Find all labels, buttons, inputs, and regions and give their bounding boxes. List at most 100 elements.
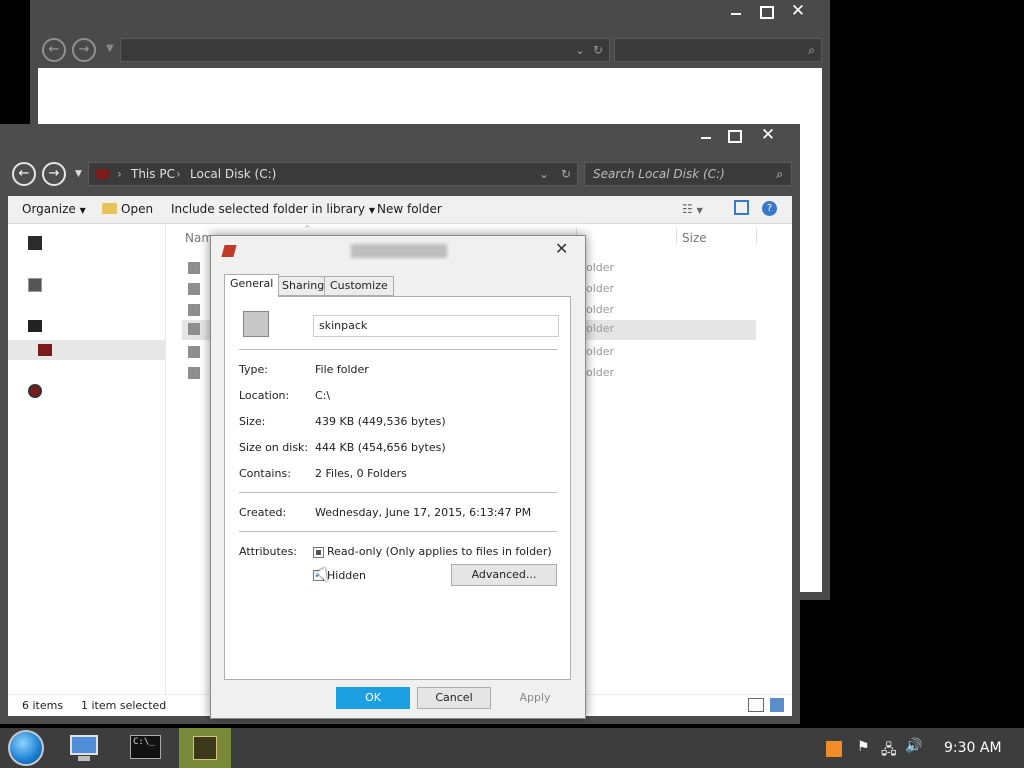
close-icon[interactable]: ✕ — [555, 239, 568, 258]
minimize-button[interactable] — [724, 2, 748, 22]
breadcrumb-this-pc[interactable]: This PC — [131, 163, 175, 185]
maximize-button[interactable] — [722, 126, 746, 146]
taskbar-explorer-button[interactable] — [68, 732, 100, 764]
search-placeholder: Search Local Disk (C:) — [593, 167, 725, 181]
selection-count: 1 item selected — [81, 699, 167, 712]
taskbar-active-button[interactable] — [179, 728, 231, 768]
computer-icon — [70, 735, 98, 755]
dialog-titlebar[interactable]: ✕ — [211, 236, 585, 266]
type-value: File folder — [315, 363, 369, 376]
contains-value: 2 Files, 0 Folders — [315, 467, 407, 480]
command-bar: Organize ▼ Open Include selected folder … — [8, 196, 792, 224]
address-bar[interactable]: ⌄ ↻ — [120, 38, 610, 62]
tab-customize[interactable]: Customize — [324, 276, 394, 296]
refresh-icon[interactable]: ↻ — [561, 163, 571, 185]
column-header-name[interactable]: Nam — [185, 231, 213, 245]
preview-pane-icon[interactable] — [734, 200, 749, 215]
include-in-library-button[interactable]: Include selected folder in library ▼ — [171, 202, 375, 216]
column-divider[interactable] — [676, 228, 677, 244]
sidebar-item-local-disk[interactable] — [8, 340, 166, 360]
back-button[interactable]: ← — [12, 162, 36, 186]
volume-icon[interactable]: 🔊 — [905, 738, 922, 754]
column-header-size[interactable]: Size — [682, 231, 707, 245]
ok-button[interactable]: OK — [336, 687, 410, 709]
separator — [239, 531, 557, 532]
computer-stand — [78, 756, 90, 761]
column-divider[interactable] — [756, 228, 757, 244]
flag-icon[interactable]: ⚑ — [857, 739, 870, 755]
large-icons-view-icon[interactable] — [770, 698, 784, 712]
size-on-disk-label: Size on disk: — [239, 441, 309, 454]
folder-icon — [221, 245, 237, 257]
close-button[interactable]: ✕ — [756, 126, 780, 146]
homegroup-icon[interactable] — [28, 278, 42, 292]
close-button[interactable]: ✕ — [786, 2, 810, 22]
properties-dialog[interactable]: ✕ General Sharing Customize skinpack Typ… — [210, 235, 586, 719]
chevron-down-icon[interactable]: ▼ — [106, 43, 114, 54]
tab-general[interactable]: General — [224, 274, 280, 297]
maximize-button[interactable] — [754, 2, 778, 22]
search-icon[interactable]: ⌕ — [808, 39, 815, 61]
sort-arrow-icon: ^ — [304, 224, 311, 233]
location-label: Location: — [239, 389, 290, 402]
search-input[interactable]: ⌕ — [614, 38, 822, 62]
created-value: Wednesday, June 17, 2015, 6:13:47 PM — [315, 506, 532, 519]
forward-button[interactable]: → — [72, 38, 96, 62]
recent-locations-chevron-icon[interactable]: ▼ — [75, 169, 82, 179]
size-value: 439 KB (449,536 bytes) — [315, 415, 446, 428]
separator — [239, 349, 557, 350]
dialog-title-redacted — [351, 244, 447, 258]
forward-button[interactable]: → — [42, 162, 66, 186]
minimize-button[interactable] — [694, 126, 718, 146]
general-tab-panel: skinpack Type: File folder Location: C:\… — [224, 296, 571, 680]
refresh-icon[interactable]: ↻ — [593, 39, 603, 61]
folder-icon — [193, 736, 217, 760]
folder-icon — [188, 283, 200, 295]
chevron-down-icon[interactable]: ⌄ — [575, 39, 585, 61]
this-pc-icon[interactable] — [28, 320, 42, 332]
clock[interactable]: 9:30 AM — [944, 740, 1002, 756]
view-options-icon[interactable]: ☷ ▼ — [682, 202, 703, 216]
readonly-label[interactable]: Read-only (Only applies to files in fold… — [327, 545, 552, 558]
organize-button[interactable]: Organize ▼ — [22, 202, 86, 216]
breadcrumb-local-disk[interactable]: Local Disk (C:) — [190, 163, 276, 185]
indeterminate-mark — [316, 550, 321, 555]
size-on-disk-value: 444 KB (454,656 bytes) — [315, 441, 446, 454]
notification-icon[interactable] — [826, 741, 842, 757]
folder-icon — [188, 367, 200, 379]
folder-icon — [188, 346, 200, 358]
size-label: Size: — [239, 415, 266, 428]
advanced-button[interactable]: Advanced... — [451, 564, 557, 586]
network-icon[interactable]: 🖧 — [881, 739, 897, 763]
open-button[interactable]: Open — [102, 202, 153, 216]
apply-button: Apply — [498, 687, 572, 709]
start-button[interactable] — [8, 730, 44, 766]
address-bar[interactable]: › This PC › Local Disk (C:) ⌄ ↻ — [88, 162, 578, 186]
navigation-pane — [8, 224, 166, 694]
cancel-button[interactable]: Cancel — [417, 687, 491, 709]
breadcrumb-separator-icon: › — [176, 167, 181, 181]
location-value: C:\ — [315, 389, 331, 402]
hidden-label[interactable]: Hidden — [327, 569, 366, 582]
back-button[interactable]: ← — [42, 38, 66, 62]
type-label: Type: — [239, 363, 268, 376]
details-view-icon[interactable] — [748, 698, 764, 712]
drive-icon — [95, 169, 109, 179]
chevron-down-icon[interactable]: ⌄ — [539, 163, 549, 185]
help-icon[interactable]: ? — [762, 201, 777, 216]
breadcrumb-separator-icon: › — [117, 167, 122, 181]
search-input[interactable]: Search Local Disk (C:) ⌕ — [584, 162, 792, 186]
folder-name-field[interactable]: skinpack — [313, 315, 559, 337]
search-icon[interactable]: ⌕ — [776, 163, 783, 185]
quick-access-icon[interactable] — [28, 236, 42, 250]
network-icon[interactable] — [28, 384, 42, 398]
folder-icon — [102, 203, 117, 214]
tab-sharing[interactable]: Sharing — [276, 276, 331, 296]
new-folder-button[interactable]: New folder — [377, 202, 442, 216]
contains-label: Contains: — [239, 467, 291, 480]
attributes-label: Attributes: — [239, 545, 298, 558]
folder-icon — [188, 262, 200, 274]
item-count: 6 items — [22, 699, 64, 712]
command-prompt-icon[interactable]: C:\_ — [130, 735, 161, 759]
readonly-checkbox[interactable] — [313, 547, 324, 558]
